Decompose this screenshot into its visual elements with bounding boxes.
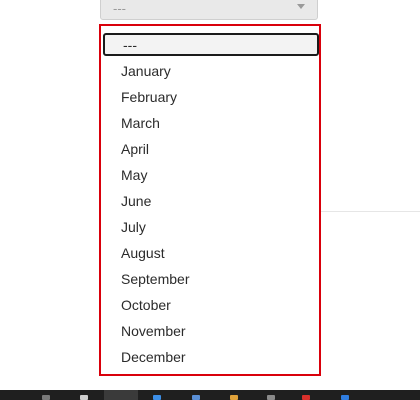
select-value: --- (113, 1, 126, 16)
option-january[interactable]: January (101, 58, 319, 84)
option-december[interactable]: December (101, 344, 319, 370)
option-march[interactable]: March (101, 110, 319, 136)
divider (320, 211, 420, 212)
app-icon[interactable] (80, 395, 88, 400)
month-dropdown-list: --- January February March April May Jun… (99, 24, 321, 376)
option-june[interactable]: June (101, 188, 319, 214)
option-february[interactable]: February (101, 84, 319, 110)
option-july[interactable]: July (101, 214, 319, 240)
option-none[interactable]: --- (103, 33, 319, 56)
option-may[interactable]: May (101, 162, 319, 188)
app-icon[interactable] (192, 395, 200, 400)
option-october[interactable]: October (101, 292, 319, 318)
app-icon[interactable] (267, 395, 275, 400)
app-icon[interactable] (42, 395, 50, 400)
app-icon[interactable] (153, 395, 161, 400)
option-november[interactable]: November (101, 318, 319, 344)
month-select[interactable]: --- (100, 0, 318, 20)
page: --- --- January February March April May… (0, 0, 420, 400)
taskbar (0, 390, 420, 400)
app-icon[interactable] (341, 395, 349, 400)
chevron-down-icon (297, 4, 305, 9)
app-icon[interactable] (230, 395, 238, 400)
taskbar-active-item[interactable] (104, 390, 138, 400)
option-september[interactable]: September (101, 266, 319, 292)
app-icon[interactable] (302, 395, 310, 400)
option-april[interactable]: April (101, 136, 319, 162)
option-august[interactable]: August (101, 240, 319, 266)
